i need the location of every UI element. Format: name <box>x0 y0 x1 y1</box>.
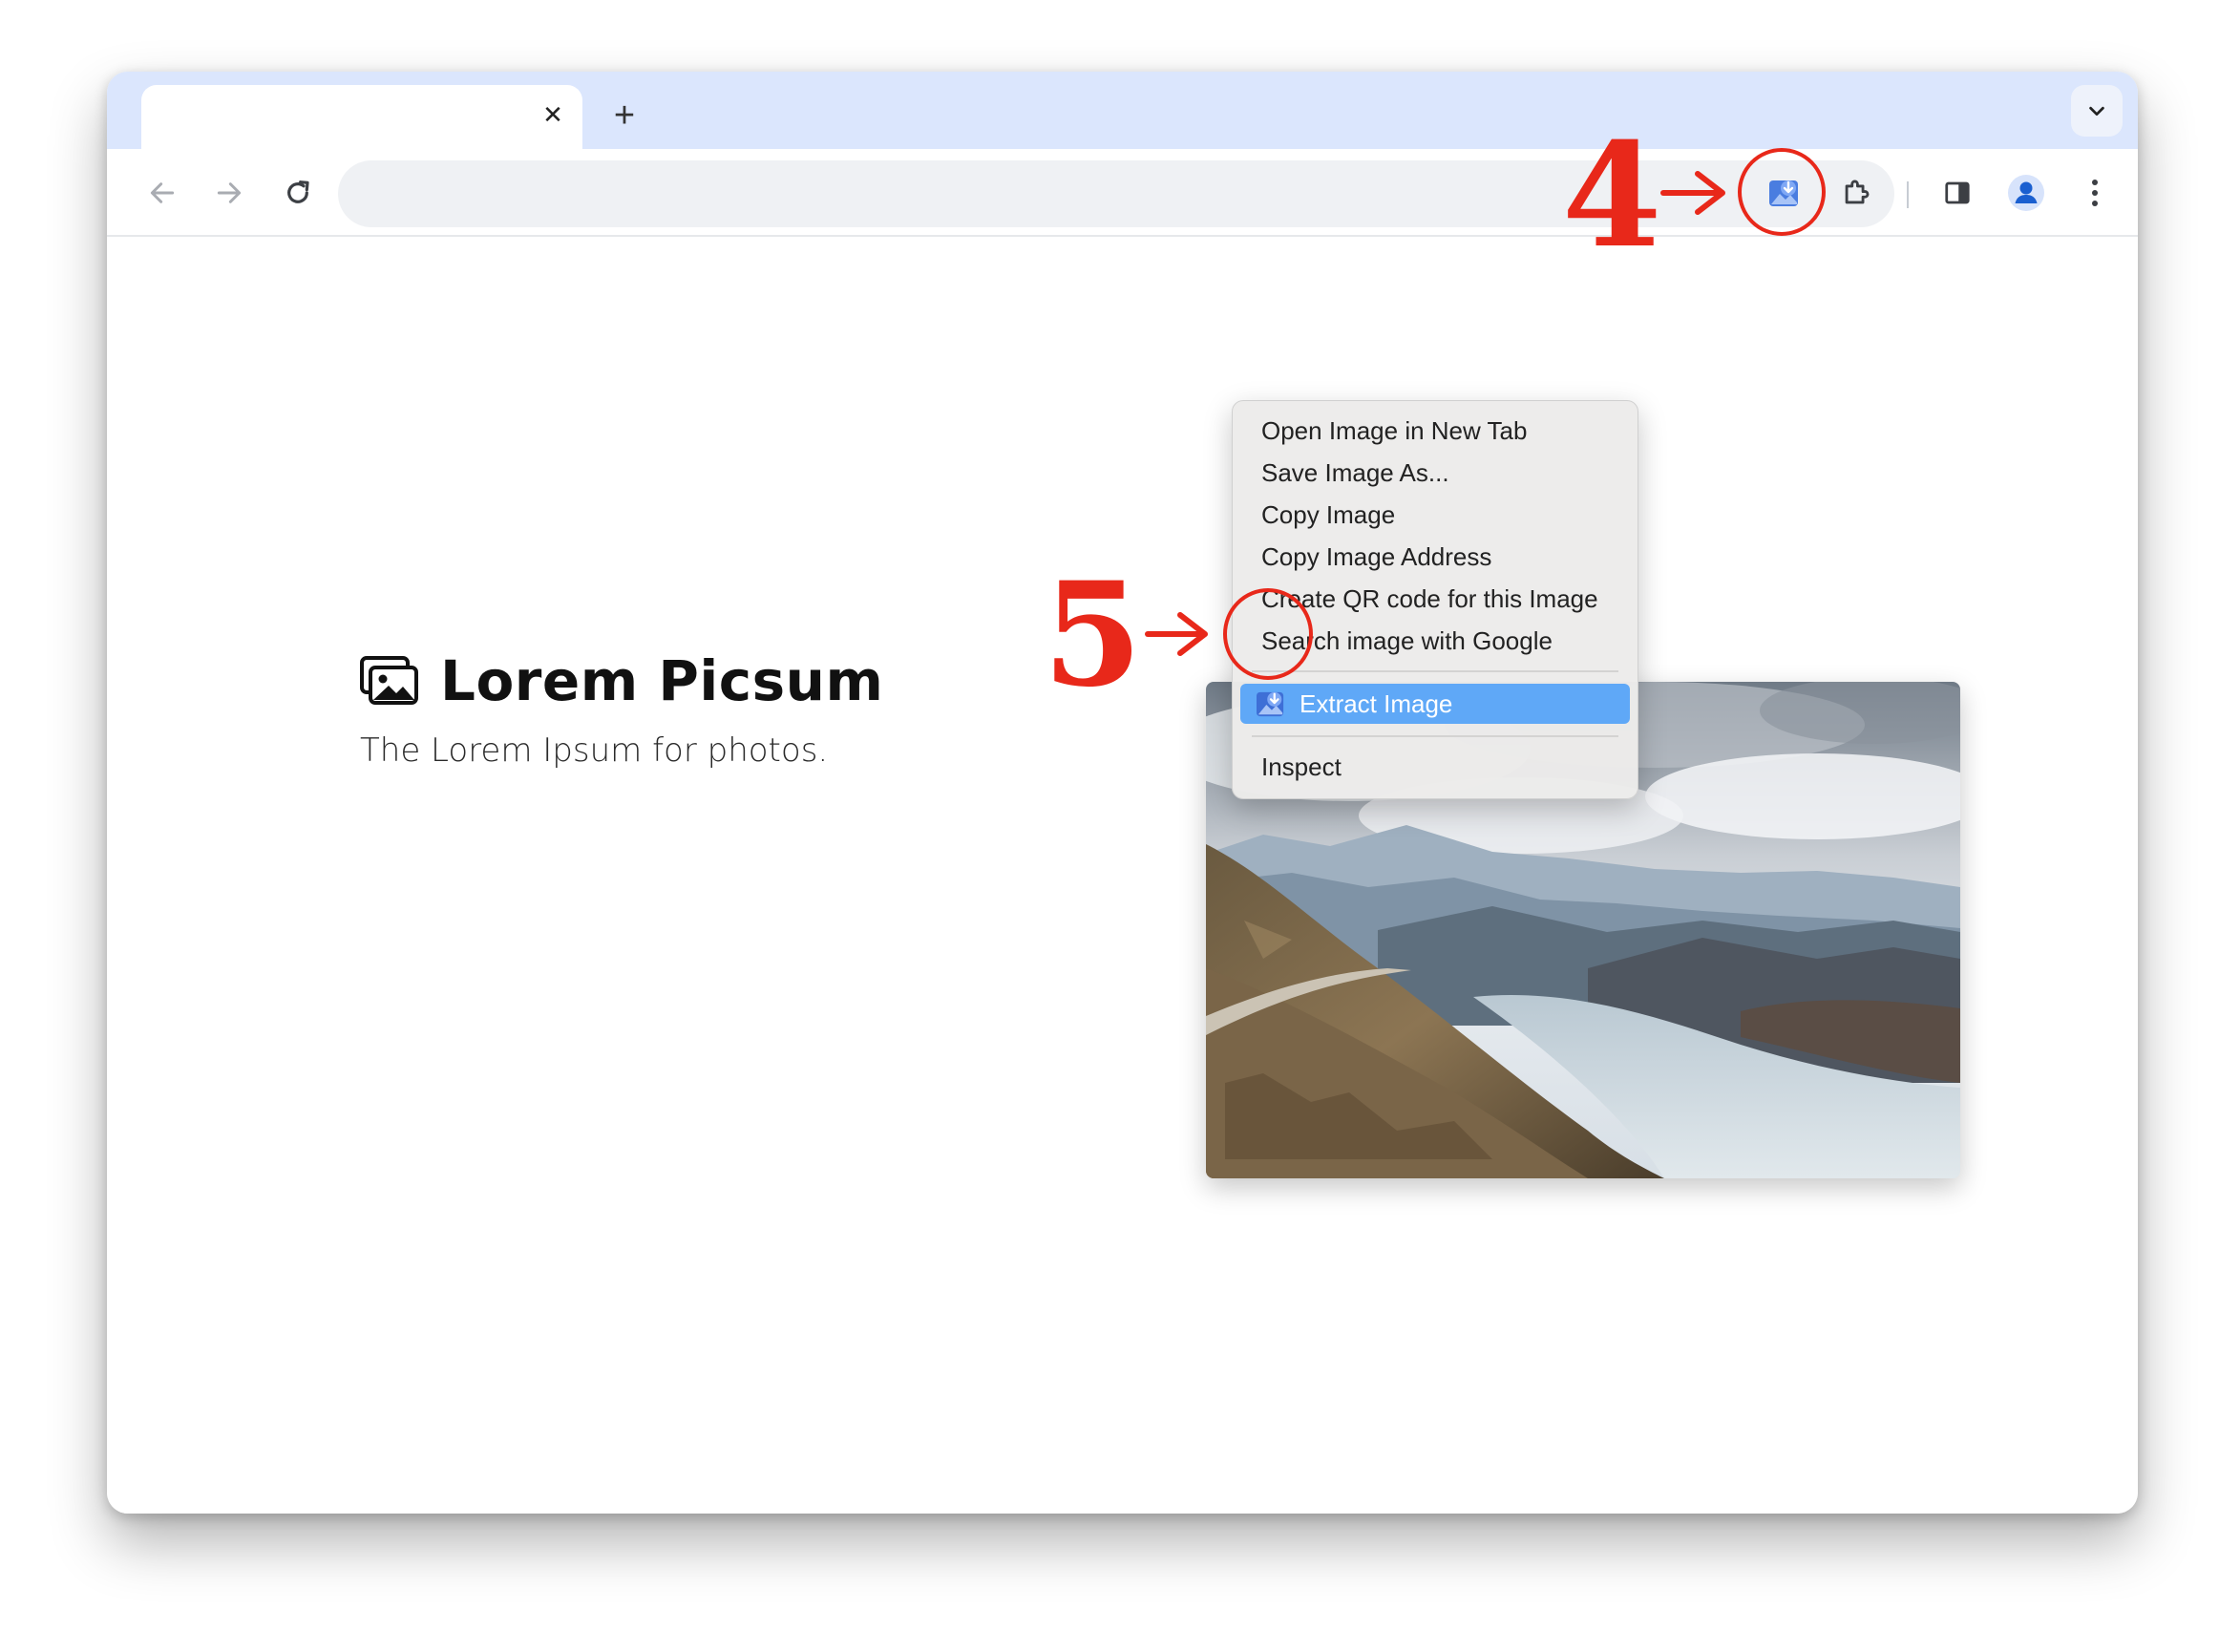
image-extractor-extension-button[interactable] <box>1760 168 1809 218</box>
extensions-button[interactable] <box>1831 168 1881 218</box>
back-button[interactable] <box>137 168 187 218</box>
web-page-content: Lorem Picsum The Lorem Ipsum for photos. <box>107 238 2138 1514</box>
site-title: Lorem Picsum <box>440 648 884 713</box>
more-menu-icon <box>2092 180 2098 206</box>
more-menu-button[interactable] <box>2070 168 2120 218</box>
menu-divider <box>1252 670 1618 672</box>
step-4-label: 4 <box>1562 112 1662 280</box>
menu-item-create-qr-code[interactable]: Create QR code for this Image <box>1240 579 1630 619</box>
menu-item-inspect[interactable]: Inspect <box>1240 747 1630 787</box>
chevron-down-icon <box>2089 106 2104 116</box>
plus-icon: + <box>613 95 636 136</box>
step-5-label: 5 <box>1043 551 1143 719</box>
forward-arrow-icon <box>217 182 242 203</box>
active-tab[interactable]: ✕ <box>141 85 582 152</box>
extensions-puzzle-icon <box>1845 180 1870 204</box>
menu-item-copy-image-address[interactable]: Copy Image Address <box>1240 537 1630 577</box>
profile-button[interactable] <box>2001 168 2051 218</box>
image-context-menu: Open Image in New Tab Save Image As... C… <box>1232 400 1638 799</box>
profile-icon <box>2008 175 2044 211</box>
menu-item-search-image-google[interactable]: Search image with Google <box>1240 621 1630 661</box>
menu-divider <box>1252 735 1618 737</box>
forward-button[interactable] <box>204 168 254 218</box>
reload-icon <box>287 180 309 203</box>
menu-item-open-image-new-tab[interactable]: Open Image in New Tab <box>1240 411 1630 451</box>
tab-strip: ✕ + <box>107 72 2138 152</box>
site-tagline: The Lorem Ipsum for photos. <box>360 731 829 770</box>
close-icon: ✕ <box>542 99 563 129</box>
menu-item-copy-image[interactable]: Copy Image <box>1240 495 1630 535</box>
back-arrow-icon <box>150 182 175 203</box>
menu-item-extract-image-label: Extract Image <box>1300 689 1453 718</box>
image-extractor-extension-icon <box>1257 691 1284 717</box>
menu-item-extract-image[interactable]: Extract Image <box>1240 684 1630 724</box>
site-brand[interactable]: Lorem Picsum <box>360 648 883 713</box>
reload-button[interactable] <box>273 168 323 218</box>
photos-icon <box>360 656 418 705</box>
tab-search-button[interactable] <box>2071 85 2123 137</box>
browser-toolbar <box>107 149 2138 237</box>
side-panel-button[interactable] <box>1933 168 1982 218</box>
side-panel-icon <box>1945 181 1970 204</box>
tab-close-button[interactable]: ✕ <box>537 98 569 131</box>
menu-item-save-image-as[interactable]: Save Image As... <box>1240 453 1630 493</box>
new-tab-button[interactable]: + <box>603 95 645 137</box>
browser-window: ✕ + Lorem Picsum The Lorem Ipsum for pho… <box>107 72 2138 1514</box>
image-extractor-extension-icon <box>1769 180 1798 206</box>
toolbar-divider <box>1907 181 1909 208</box>
